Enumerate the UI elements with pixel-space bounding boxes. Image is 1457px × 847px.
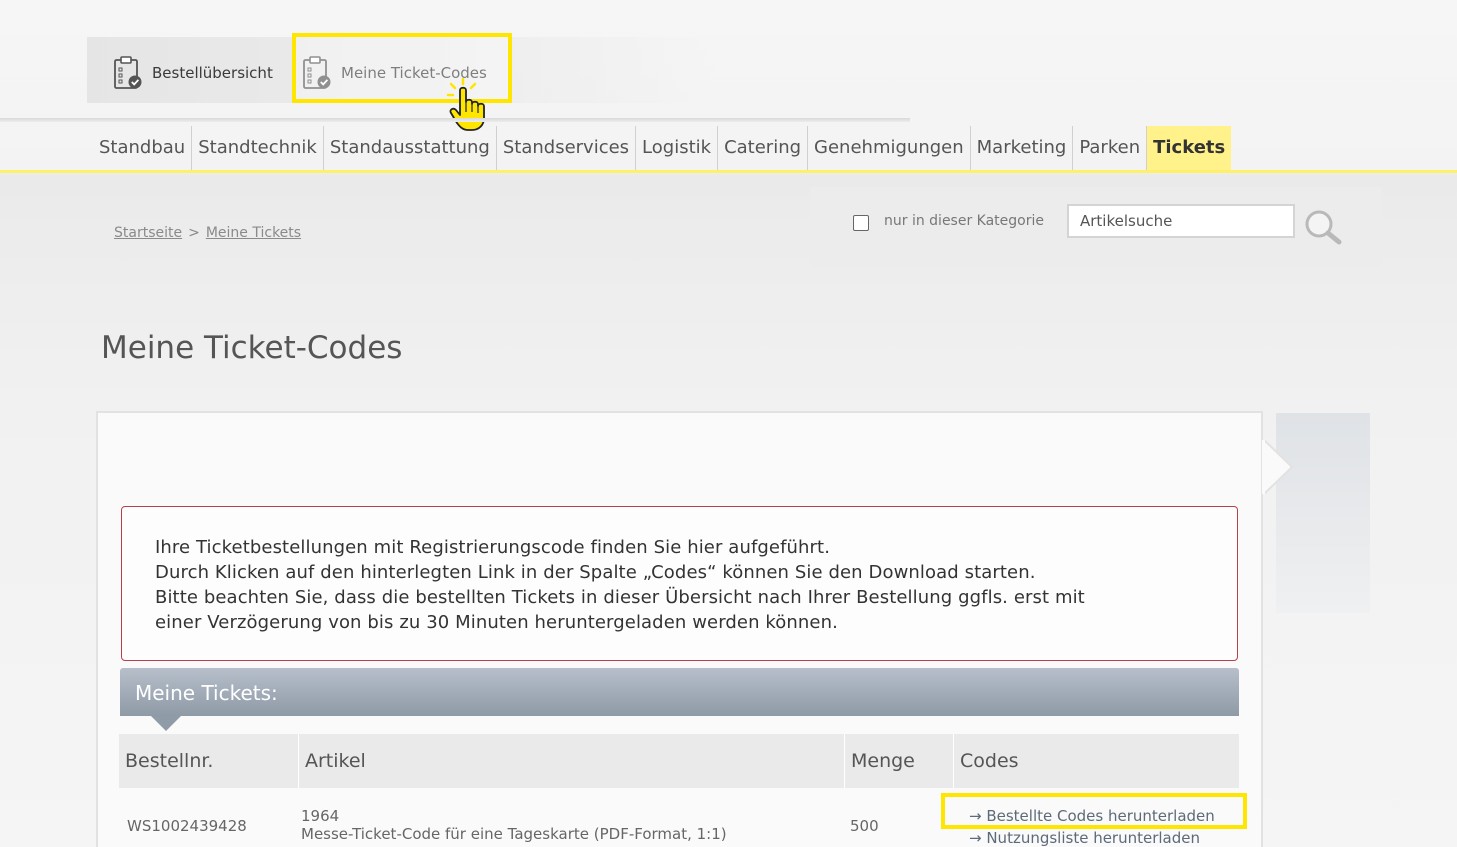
table-row: WS1002439428 1964 Messe-Ticket-Code für … xyxy=(119,796,1239,847)
search-area: nur in dieser Kategorie xyxy=(810,187,1382,267)
page-title: Meine Ticket-Codes xyxy=(101,330,403,366)
nav-item-tickets[interactable]: Tickets xyxy=(1147,126,1232,170)
side-arrow-icon xyxy=(1262,440,1294,494)
column-header-order-no: Bestellnr. xyxy=(119,734,299,788)
header-notch-icon xyxy=(151,716,181,731)
top-divider xyxy=(0,118,910,122)
clipboard-check-icon xyxy=(114,56,142,89)
column-header-quantity: Menge xyxy=(845,734,954,788)
nav-item-genehmigungen[interactable]: Genehmigungen xyxy=(808,126,971,170)
download-usage-list-link[interactable]: → Nutzungsliste herunterladen xyxy=(969,827,1215,847)
download-codes-link[interactable]: → Bestellte Codes herunterladen xyxy=(969,805,1215,827)
search-icon[interactable] xyxy=(1303,209,1345,247)
tab-order-overview-label: Bestellübersicht xyxy=(152,64,273,82)
tickets-table-header: Bestellnr. Artikel Menge Codes xyxy=(119,734,1239,788)
nav-item-logistik[interactable]: Logistik xyxy=(636,126,719,170)
article-description: Messe-Ticket-Code für eine Tageskarte (P… xyxy=(301,825,727,843)
nav-item-marketing[interactable]: Marketing xyxy=(971,126,1074,170)
nav-item-parken[interactable]: Parken xyxy=(1073,126,1148,170)
breadcrumb-current-link[interactable]: Meine Tickets xyxy=(206,225,301,241)
category-only-checkbox[interactable] xyxy=(853,215,869,231)
breadcrumb-separator: > xyxy=(188,225,200,241)
nav-item-catering[interactable]: Catering xyxy=(718,126,809,170)
tickets-section-header: Meine Tickets: xyxy=(120,668,1239,716)
nav-item-standservices[interactable]: Standservices xyxy=(497,126,637,170)
nav-item-standtechnik[interactable]: Standtechnik xyxy=(192,126,324,170)
hand-pointer-icon xyxy=(446,78,485,131)
column-header-codes: Codes xyxy=(960,750,1019,772)
column-header-article: Artikel xyxy=(299,734,845,788)
breadcrumb-home-link[interactable]: Startseite xyxy=(114,225,182,241)
order-number: WS1002439428 xyxy=(127,817,247,835)
info-notice: Ihre Ticketbestellungen mit Registrierun… xyxy=(121,506,1238,661)
top-tabs: Bestellübersicht Meine Ticket-Codes xyxy=(87,37,717,103)
codes-cell: → Bestellte Codes herunterladen → Nutzun… xyxy=(969,805,1215,847)
nav-item-standbau[interactable]: Standbau xyxy=(93,126,193,170)
article-number: 1964 xyxy=(301,807,340,825)
nav-underline xyxy=(0,170,1457,173)
quantity: 500 xyxy=(850,817,879,835)
main-nav: Standbau Standtechnik Standausstattung Stan… xyxy=(93,126,1232,170)
nav-item-standausstattung[interactable]: Standausstattung xyxy=(324,126,497,170)
clipboard-check-icon xyxy=(303,56,331,89)
tab-order-overview[interactable]: Bestellübersicht xyxy=(112,55,273,91)
notice-line: Durch Klicken auf den hinterlegten Link … xyxy=(155,562,1036,583)
notice-line: einer Verzögerung von bis zu 30 Minuten … xyxy=(155,612,838,633)
page: Bestellübersicht Meine Ticket-Codes Stan… xyxy=(0,0,1457,847)
breadcrumb: Startseite > Meine Tickets xyxy=(114,225,301,241)
category-only-label: nur in dieser Kategorie xyxy=(884,213,1044,229)
article-search-input[interactable] xyxy=(1067,204,1295,238)
notice-line: Bitte beachten Sie, dass die bestellten … xyxy=(155,587,1085,608)
article-cell: 1964 Messe-Ticket-Code für eine Tageskar… xyxy=(301,807,727,843)
notice-line: Ihre Ticketbestellungen mit Registrierun… xyxy=(155,537,831,558)
